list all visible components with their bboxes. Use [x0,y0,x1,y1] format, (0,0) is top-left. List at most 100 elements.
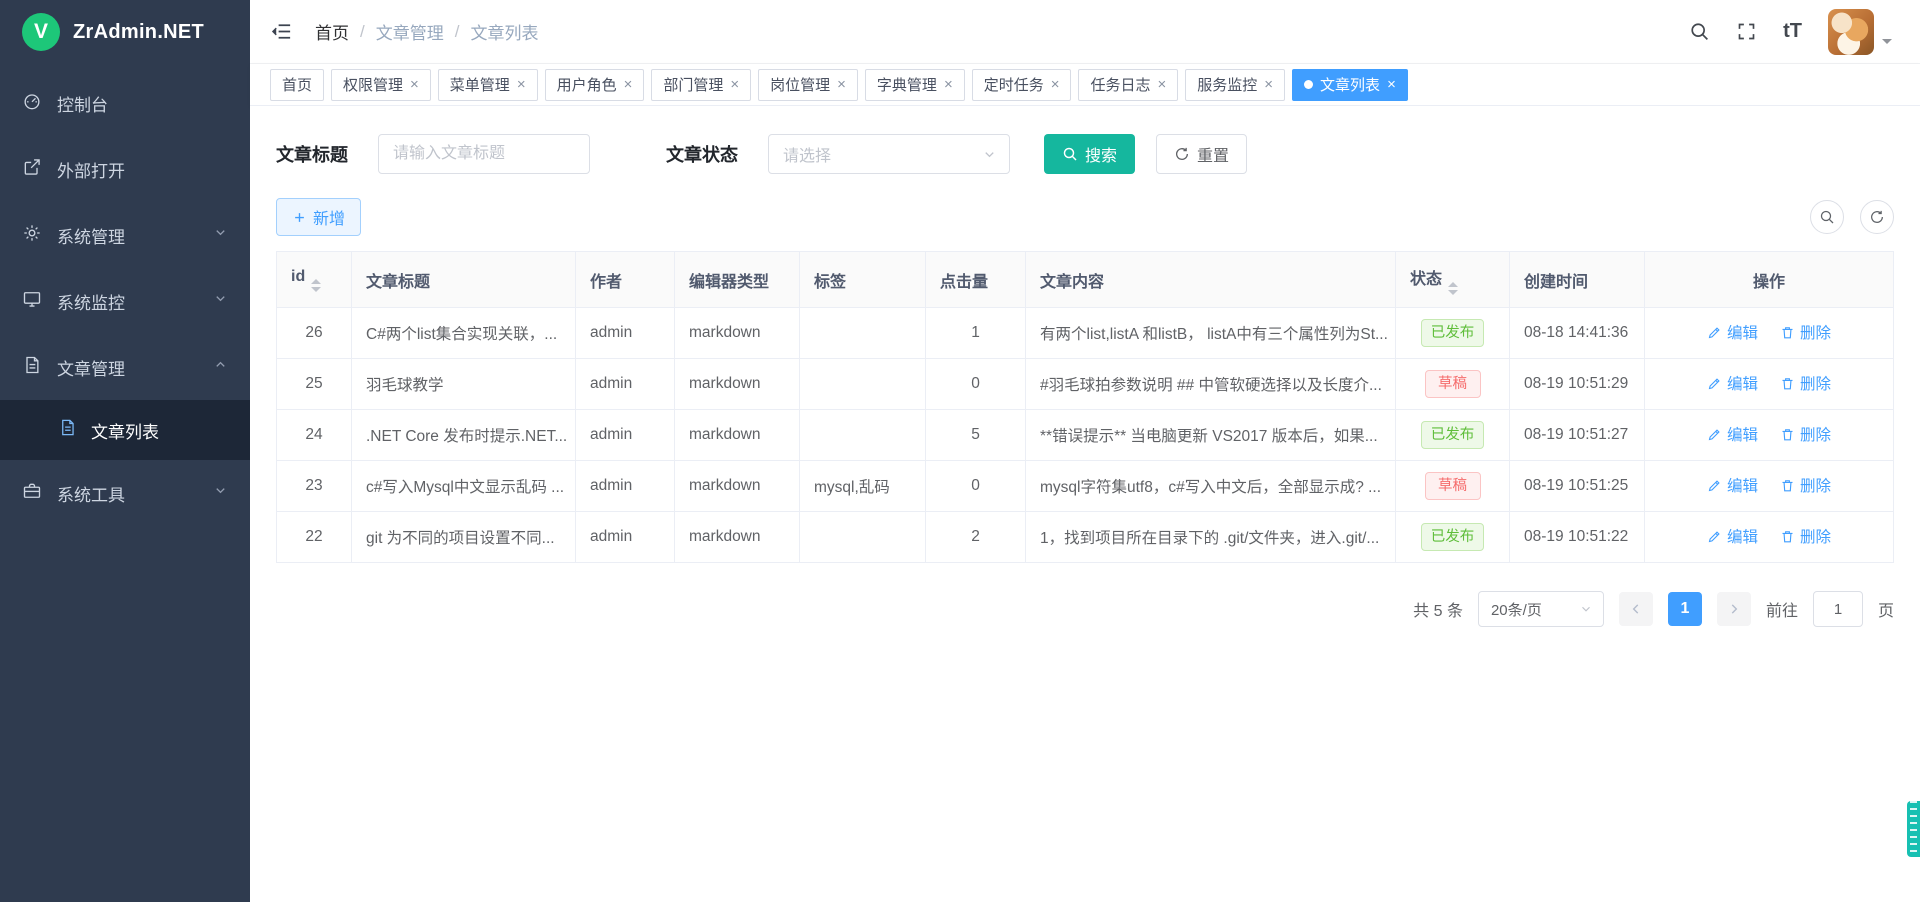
tab-task-log[interactable]: 任务日志× [1078,69,1178,101]
sidebar-item-article-manage[interactable]: 文章管理 [0,334,250,400]
cell-created: 08-19 10:51:25 [1510,461,1645,512]
tab-menu-manage[interactable]: 菜单管理× [438,69,538,101]
sidebar-item-article-list[interactable]: 文章列表 [0,400,250,460]
trash-icon [1780,478,1795,493]
user-menu[interactable] [1828,9,1892,55]
column-header-editor: 编辑器类型 [675,252,800,308]
cell-ops: 编辑删除 [1645,461,1894,512]
add-button[interactable]: 新增 [276,198,361,236]
chevron-down-icon [982,147,997,162]
cell-content: **错误提示** 当电脑更新 VS2017 版本后，如果... [1026,410,1396,461]
user-avatar[interactable] [1828,9,1874,55]
article-title-input[interactable] [378,134,590,174]
sidebar-item-system-tools[interactable]: 系统工具 [0,460,250,526]
sidebar-item-system-monitor[interactable]: 系统监控 [0,268,250,334]
trash-icon [1780,376,1795,391]
status-badge: 已发布 [1421,523,1485,551]
column-header-created: 创建时间 [1510,252,1645,308]
menu-fold-icon[interactable] [270,20,293,43]
close-icon[interactable]: × [1387,77,1396,92]
prev-page-button[interactable] [1619,592,1653,626]
search-icon[interactable] [1689,21,1710,42]
cell-hits: 0 [926,461,1026,512]
goto-page-input[interactable] [1813,591,1863,627]
status-badge: 草稿 [1425,370,1481,398]
tab-article-list-active[interactable]: 文章列表 × [1292,69,1408,101]
tab-post-manage[interactable]: 岗位管理× [758,69,858,101]
edit-button[interactable]: 编辑 [1707,525,1758,547]
tab-service-monitor[interactable]: 服务监控 × [1185,69,1285,101]
page-size-select[interactable]: 20条/页 [1478,591,1604,627]
close-icon[interactable]: × [517,77,526,92]
close-icon[interactable]: × [730,77,739,92]
table-row: 22 git 为不同的项目设置不同... admin markdown 2 1，… [277,512,1894,563]
fullscreen-icon[interactable] [1736,21,1757,42]
refresh-table-button[interactable] [1860,200,1894,234]
tab-user-role[interactable]: 用户角色× [545,69,645,101]
close-icon[interactable]: × [410,77,419,92]
tab-scheduled-task[interactable]: 定时任务 × [972,69,1072,101]
app-logo[interactable]: V ZrAdmin.NET [0,0,250,64]
refresh-icon [1869,209,1885,225]
cell-hits: 1 [926,308,1026,359]
tab-dict-manage[interactable]: 字典管理× [865,69,965,101]
sidebar-item-system-manage[interactable]: 系统管理 [0,202,250,268]
tab-home[interactable]: 首页 [270,69,324,101]
edit-button[interactable]: 编辑 [1707,474,1758,496]
article-status-label: 文章状态 [666,141,738,167]
tab-permission-manage[interactable]: 权限管理 × [331,69,431,101]
cell-ops: 编辑删除 [1645,359,1894,410]
sidebar-item-label: 外部打开 [57,157,125,182]
edit-button[interactable]: 编辑 [1707,321,1758,343]
font-size-icon[interactable]: tT [1783,20,1802,43]
next-page-button[interactable] [1717,592,1751,626]
page-number-1[interactable]: 1 [1668,592,1702,626]
tab-label: 定时任务 [984,74,1044,95]
edit-icon [1707,478,1722,493]
close-icon[interactable]: × [837,77,846,92]
sidebar-item-label: 系统工具 [57,481,125,506]
cell-editor: markdown [675,359,800,410]
reset-button[interactable]: 重置 [1156,134,1247,174]
sidebar-item-label: 系统管理 [57,223,125,248]
tab-label: 权限管理 [343,74,403,95]
cell-tags: mysql,乱码 [800,461,926,512]
delete-button[interactable]: 删除 [1780,372,1831,394]
tab-dept-manage[interactable]: 部门管理× [651,69,751,101]
toggle-search-button[interactable] [1810,200,1844,234]
tab-label: 文章列表 [1320,74,1380,95]
article-status-select[interactable]: 请选择 [768,134,1010,174]
breadcrumb-home[interactable]: 首页 [315,19,349,44]
close-icon[interactable]: × [624,77,633,92]
sort-icons[interactable] [1448,282,1458,295]
app-root: V ZrAdmin.NET 控制台 外部打开 系统管理 [0,0,1920,902]
cell-tags [800,512,926,563]
document-icon [58,418,77,442]
table-row: 25 羽毛球教学 admin markdown 0 #羽毛球拍参数说明 ## 中… [277,359,1894,410]
close-icon[interactable]: × [944,77,953,92]
cell-title: c#写入Mysql中文显示乱码 ... [352,461,576,512]
edit-button[interactable]: 编辑 [1707,423,1758,445]
breadcrumb-article-manage[interactable]: 文章管理 [376,19,444,44]
delete-button[interactable]: 删除 [1780,423,1831,445]
edit-button[interactable]: 编辑 [1707,372,1758,394]
column-header-author: 作者 [576,252,675,308]
close-icon[interactable]: × [1051,77,1060,92]
column-header-id[interactable]: id [277,252,352,308]
close-icon[interactable]: × [1158,77,1167,92]
article-table: id 文章标题 作者 编辑器类型 标签 点击量 文章内容 状态 创建时间 操作 [276,251,1894,563]
page-unit-label: 页 [1878,597,1894,621]
search-button[interactable]: 搜索 [1044,134,1135,174]
scrollbar-indicator[interactable] [1907,801,1920,857]
cell-editor: markdown [675,410,800,461]
close-icon[interactable]: × [1264,77,1273,92]
sort-icons[interactable] [311,279,321,292]
column-header-status[interactable]: 状态 [1396,252,1510,308]
table-toolbar: 新增 [276,198,1894,236]
sidebar-item-dashboard[interactable]: 控制台 [0,70,250,136]
delete-button[interactable]: 删除 [1780,525,1831,547]
sidebar-item-external-open[interactable]: 外部打开 [0,136,250,202]
delete-button[interactable]: 删除 [1780,321,1831,343]
tab-label: 服务监控 [1197,74,1257,95]
delete-button[interactable]: 删除 [1780,474,1831,496]
